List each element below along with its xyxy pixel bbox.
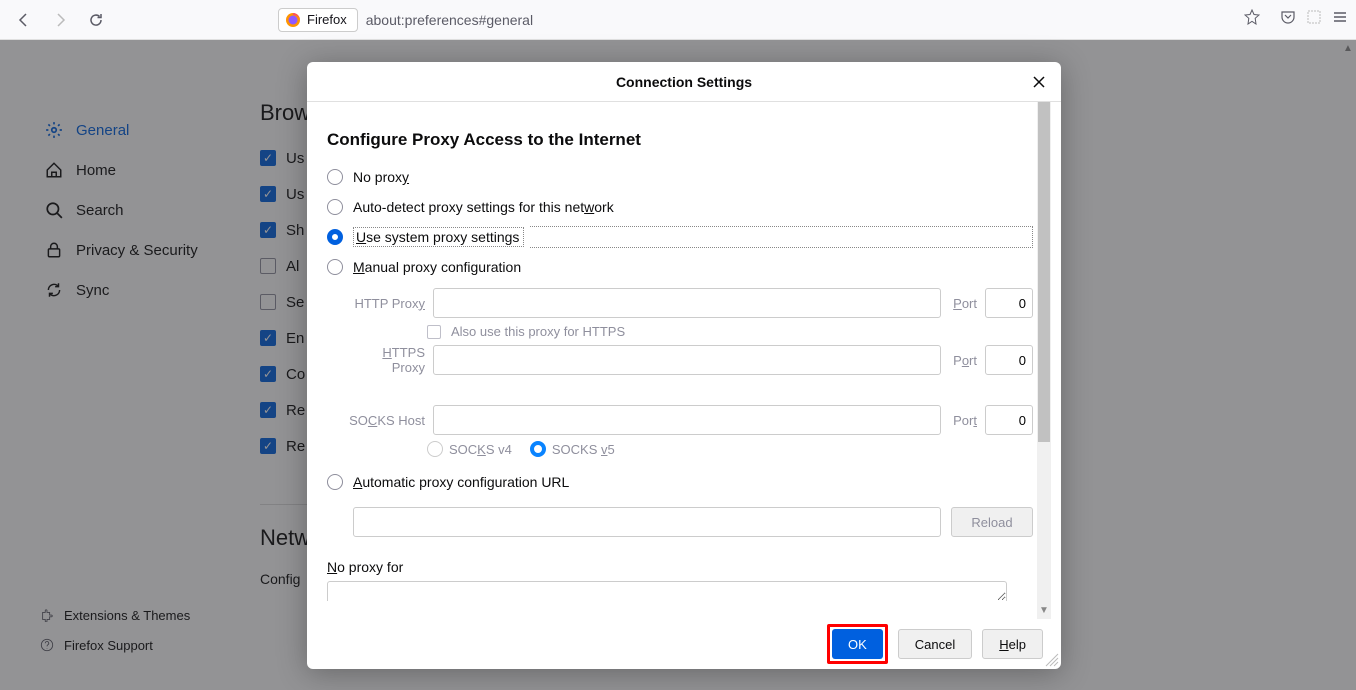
back-button[interactable] [8,4,40,36]
http-port-input[interactable] [985,288,1033,318]
https-proxy-label: HTTPS Proxy [349,345,425,375]
also-https-checkbox[interactable]: Also use this proxy for HTTPS [427,324,1033,339]
radio-no-proxy[interactable]: No proxy [327,162,1033,192]
radio-manual[interactable]: Manual proxy configuration [327,252,1033,282]
radio-auto-detect[interactable]: Auto-detect proxy settings for this netw… [327,192,1033,222]
radio-icon [327,474,343,490]
proxy-section-heading: Configure Proxy Access to the Internet [327,130,1033,150]
dialog-scroll-area[interactable]: Configure Proxy Access to the Internet N… [327,102,1033,619]
firefox-icon [285,12,301,28]
forward-button[interactable] [44,4,76,36]
ok-highlight-box: OK [827,624,888,664]
pac-url-input[interactable] [353,507,941,537]
http-proxy-input[interactable] [433,288,941,318]
radio-icon-selected [530,441,546,457]
reload-pac-button[interactable]: Reload [951,507,1033,537]
socks-host-label: SOCKS Host [349,413,425,428]
scrollbar-thumb[interactable] [1038,102,1050,442]
cancel-button[interactable]: Cancel [898,629,972,659]
http-proxy-label: HTTP Proxy [349,296,425,311]
radio-socks-v4[interactable]: SOCKS v4 [427,441,512,457]
radio-use-system[interactable]: Use system proxy settings [327,222,1033,252]
identity-box[interactable]: Firefox [278,8,358,32]
radio-icon [327,199,343,215]
dialog-footer: OK Cancel Help [307,619,1061,669]
pocket-icon[interactable] [1280,9,1296,30]
dialog-scrollbar[interactable]: ▼ [1037,102,1051,619]
close-button[interactable] [1027,70,1051,94]
https-port-input[interactable] [985,345,1033,375]
radio-icon [327,169,343,185]
dialog-title-bar: Connection Settings [307,62,1061,102]
close-icon [1032,75,1046,89]
account-icon[interactable] [1306,9,1322,30]
no-proxy-for-textarea[interactable] [327,581,1007,601]
browser-toolbar: Firefox [0,0,1356,40]
reload-button[interactable] [80,4,112,36]
url-input[interactable] [358,8,1236,32]
https-proxy-input[interactable] [433,345,941,375]
help-button[interactable]: Help [982,629,1043,659]
connection-settings-dialog: Connection Settings Configure Proxy Acce… [307,62,1061,669]
socks-host-input[interactable] [433,405,941,435]
resize-grip-icon[interactable] [1045,653,1059,667]
socks-port-input[interactable] [985,405,1033,435]
port-label: Port [953,353,977,368]
port-label: Port [953,413,977,428]
dialog-title: Connection Settings [616,74,752,90]
scroll-down-icon[interactable]: ▼ [1037,603,1051,617]
no-proxy-for-label: No proxy for [327,559,1033,575]
radio-icon [327,259,343,275]
radio-icon [427,441,443,457]
menu-icon[interactable] [1332,9,1348,30]
identity-label: Firefox [307,12,347,27]
port-label: Port [953,296,977,311]
ok-button[interactable]: OK [832,629,883,659]
checkbox-icon [427,325,441,339]
address-bar[interactable]: Firefox [278,5,1268,35]
bookmark-star-icon[interactable] [1236,9,1268,30]
radio-icon-selected [327,229,343,245]
radio-automatic-url[interactable]: Automatic proxy configuration URL [327,467,1033,497]
radio-socks-v5[interactable]: SOCKS v5 [530,441,615,457]
